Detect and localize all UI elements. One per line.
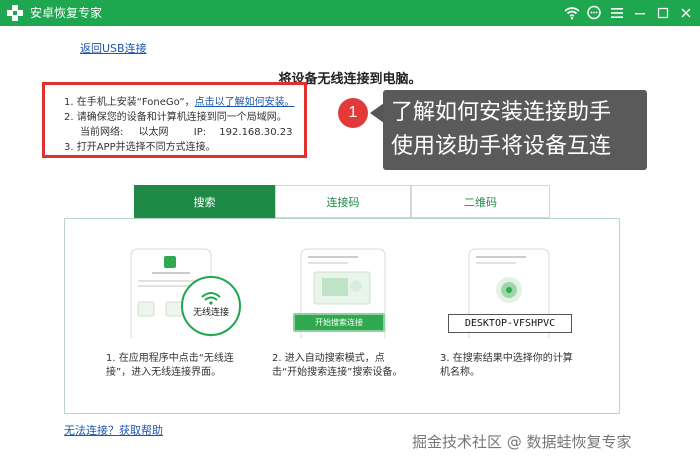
network-label: 当前网络: (80, 127, 124, 138)
network-info: 当前网络: 以太网 IP: 192.168.30.23 (80, 126, 292, 139)
caption-1-line-1: 1. 在应用程序中点击“无线连 (106, 353, 234, 364)
connection-help-link[interactable]: 无法连接？获取帮助 (64, 422, 163, 438)
caption-3: 3. 在搜索结果中选择你的计算 机名称。 (440, 352, 573, 380)
app-logo-icon (7, 5, 23, 21)
tab-search[interactable]: 搜索 (134, 185, 275, 218)
tab-qr-code[interactable]: 二维码 (411, 185, 550, 218)
caption-2-line-2: 击“开始搜索连接”搜索设备。 (272, 367, 403, 378)
ip-label: IP: (193, 127, 207, 138)
ip-value: 192.168.30.23 (219, 127, 293, 138)
tab-connection-code[interactable]: 连接码 (275, 185, 411, 218)
start-search-button: 开始搜索连接 (293, 313, 385, 332)
menu-icon[interactable] (608, 4, 626, 22)
annotation-line-2: 使用该助手将设备互连 (391, 134, 612, 159)
minimize-icon[interactable] (631, 4, 649, 22)
device-name-label: DESKTOP-VFSHPVC (448, 314, 572, 333)
wireless-connect-label: 无线连接 (192, 308, 229, 318)
annotation-arrow (370, 103, 384, 123)
wifi-icon[interactable] (563, 4, 581, 22)
title-bar: 安卓恢复专家 (0, 0, 700, 26)
caption-1: 1. 在应用程序中点击“无线连 接”，进入无线连接界面。 (106, 352, 234, 380)
annotation-number: 1 (338, 98, 368, 128)
wireless-connect-badge: 无线连接 (180, 275, 242, 337)
maximize-icon[interactable] (654, 4, 672, 22)
step-3: 3. 打开APP并选择不同方式连接。 (64, 142, 216, 153)
watermark: 掘金技术社区 @ 数据蛙恢复专家 (412, 433, 632, 451)
caption-1-line-2: 接”，进入无线连接界面。 (106, 367, 222, 378)
caption-3-line-2: 机名称。 (440, 367, 480, 378)
annotation-line-1: 了解如何安装连接助手 (391, 100, 612, 125)
chat-icon[interactable] (585, 4, 603, 22)
step-1-text: 1. 在手机上安装“FoneGo”， (64, 97, 195, 108)
caption-2: 2. 进入自动搜索模式，点 击“开始搜索连接”搜索设备。 (272, 352, 402, 380)
step-1: 1. 在手机上安装“FoneGo”，点击以了解如何安装。 (64, 96, 295, 109)
network-value: 以太网 (138, 127, 169, 138)
annotation-callout: 了解如何安装连接助手 使用该助手将设备互连 (383, 90, 647, 170)
window-title: 安卓恢复专家 (30, 6, 103, 20)
back-to-usb-link[interactable]: 返回USB连接 (80, 40, 147, 56)
caption-3-line-1: 3. 在搜索结果中选择你的计算 (440, 353, 573, 364)
caption-2-line-1: 2. 进入自动搜索模式，点 (272, 353, 385, 364)
close-icon[interactable] (677, 4, 695, 22)
install-help-link[interactable]: 点击以了解如何安装。 (195, 97, 295, 108)
step-2: 2. 请确保您的设备和计算机连接到同一个局域网。 (64, 112, 287, 123)
